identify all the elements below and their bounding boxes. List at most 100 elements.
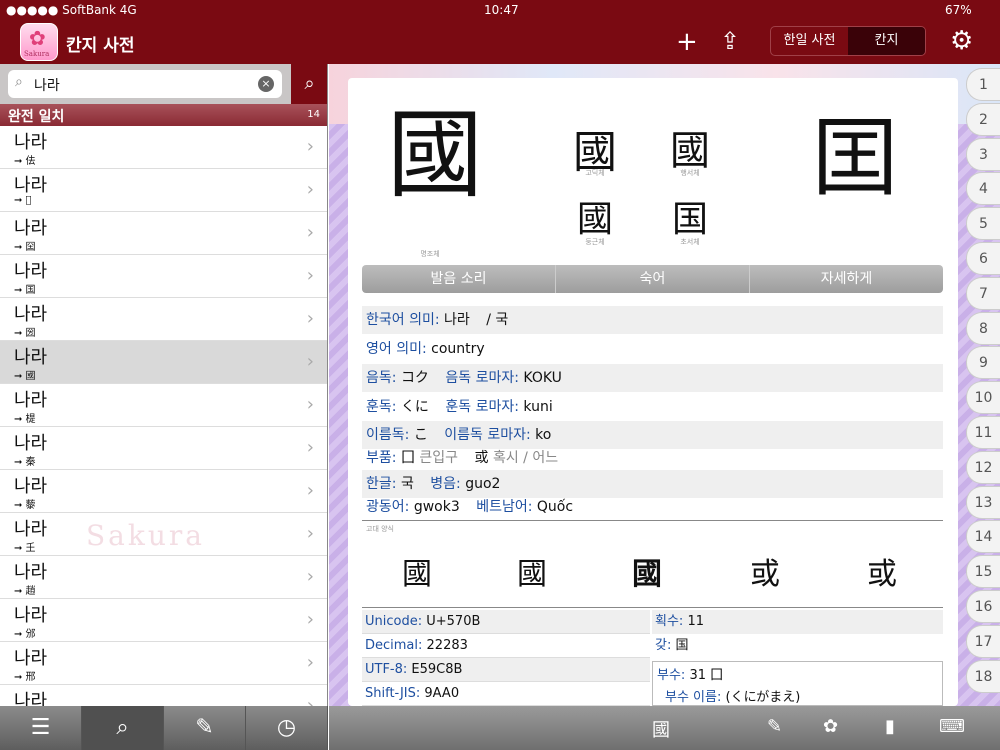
radical-box: 부수: 31 囗 부수 이름: (くにがまえ) bbox=[652, 661, 943, 706]
section-title: 완전 일치 bbox=[8, 109, 65, 125]
kanji-running-caption: 행서체 bbox=[680, 169, 700, 177]
page-tab[interactable]: 11 bbox=[966, 415, 1000, 449]
search-icon: ⌕ bbox=[15, 74, 23, 90]
list-item[interactable]: 나라 ➞ 国 › bbox=[0, 255, 327, 298]
chevron-right-icon: › bbox=[306, 566, 314, 587]
search-button[interactable]: ⌕ bbox=[291, 64, 327, 104]
ancient-forms: 고대 양식 國 國 國 或 或 bbox=[362, 520, 943, 608]
ancient-glyph: 或 bbox=[750, 557, 780, 592]
history-icon[interactable]: ◷ bbox=[246, 706, 328, 750]
list-item[interactable]: 나라 ➞ 邢 › bbox=[0, 642, 327, 685]
page-tab[interactable]: 16 bbox=[966, 589, 1000, 623]
decimal-row: Decimal: 22283 bbox=[362, 634, 650, 658]
share-icon[interactable]: ⇪ bbox=[720, 28, 740, 54]
component-other[interactable]: 或 bbox=[474, 450, 488, 466]
segment-korean-japanese[interactable]: 한일 사전 bbox=[771, 27, 848, 55]
list-icon[interactable]: ☰ bbox=[0, 706, 82, 750]
ancient-glyph: 國 bbox=[402, 557, 432, 592]
chevron-right-icon: › bbox=[306, 695, 314, 706]
page-tab[interactable]: 18 bbox=[966, 659, 1000, 693]
kunyomi-row: 훈독: くに 훈독 로마자: kuni bbox=[366, 399, 553, 415]
list-item-selected[interactable]: 나라 ➞ 國 › bbox=[0, 341, 327, 384]
page-tab[interactable]: 8 bbox=[966, 311, 1000, 345]
list-item[interactable]: 나라 ➞ 趙 › bbox=[0, 556, 327, 599]
page-tab[interactable]: 6 bbox=[966, 241, 1000, 275]
tab-details[interactable]: 자세하게 bbox=[750, 265, 943, 293]
page-tab[interactable]: 13 bbox=[966, 485, 1000, 519]
page-tab[interactable]: 9 bbox=[966, 346, 1000, 380]
list-item[interactable]: 나라 ➞ 𪯎 › bbox=[0, 169, 327, 212]
segment-kanji[interactable]: 칸지 bbox=[848, 27, 925, 55]
kanji-tab-icon[interactable]: 國 bbox=[652, 716, 670, 742]
add-icon[interactable]: + bbox=[676, 29, 698, 55]
chevron-right-icon: › bbox=[306, 652, 314, 673]
page-tab[interactable]: 2 bbox=[966, 102, 1000, 136]
chevron-right-icon: › bbox=[306, 136, 314, 157]
clear-icon[interactable]: × bbox=[258, 76, 274, 92]
chevron-right-icon: › bbox=[306, 179, 314, 200]
ancient-glyph: 國 bbox=[517, 557, 547, 592]
settings-icon[interactable]: ⚙ bbox=[950, 28, 973, 54]
list-item[interactable]: 나라 ➞ 圀 › bbox=[0, 298, 327, 341]
list-item[interactable]: 나라 ➞ 藜 › bbox=[0, 470, 327, 513]
onyomi-row: 음독: コク 음독 로마자: KOKU bbox=[362, 364, 943, 392]
page-tab[interactable]: 14 bbox=[966, 520, 1000, 554]
search-input[interactable]: ⌕ 나라 × bbox=[8, 70, 282, 98]
kanji-cursive-caption: 초서체 bbox=[680, 238, 700, 246]
strokes-row: 획수: 11 bbox=[652, 610, 943, 634]
list-item[interactable]: 나라 ➞ 囶 › bbox=[0, 212, 327, 255]
mode-segment: 한일 사전 칸지 bbox=[770, 26, 926, 56]
kanji-round-caption: 둥근체 bbox=[585, 238, 605, 246]
app-icon: ✿ Sakura bbox=[20, 23, 58, 61]
chevron-right-icon: › bbox=[306, 351, 314, 372]
list-item[interactable]: 나라 ➞ 㮛 › bbox=[0, 384, 327, 427]
page-tab[interactable]: 1 bbox=[966, 68, 1000, 101]
simplified-row: 갖: 国 bbox=[655, 638, 689, 653]
flower-icon: ✿ bbox=[29, 26, 46, 50]
bookmark-icon[interactable]: ▮ bbox=[885, 716, 895, 737]
page-tab[interactable]: 10 bbox=[966, 381, 1000, 415]
right-toolbar: 國 ✎ ✿ ▮ ⌨ bbox=[329, 706, 1000, 750]
status-bar: ●●●●● SoftBank 4G 10:47 67% bbox=[0, 0, 1000, 20]
cantonese-vietnamese-row: 광동어: gwok3 베트남어: Quốc bbox=[366, 499, 574, 515]
ancient-glyph: 或 bbox=[867, 557, 897, 592]
page-index: 1 2 3 4 5 6 7 8 9 10 11 12 13 14 15 16 1… bbox=[966, 68, 1000, 694]
page-tab[interactable]: 3 bbox=[966, 137, 1000, 171]
page-tab[interactable]: 5 bbox=[966, 207, 1000, 241]
ancient-glyph: 國 bbox=[632, 557, 662, 592]
chevron-right-icon: › bbox=[306, 394, 314, 415]
list-item[interactable]: 나라 ➞ 秦 › bbox=[0, 427, 327, 470]
keyboard-icon[interactable]: ⌨ bbox=[939, 716, 965, 737]
list-item[interactable]: 나라 › bbox=[0, 685, 327, 706]
page-tab[interactable]: 17 bbox=[966, 624, 1000, 658]
tab-idioms[interactable]: 숙어 bbox=[556, 265, 750, 293]
chevron-right-icon: › bbox=[306, 265, 314, 286]
app-title: 칸지 사전 bbox=[66, 36, 135, 56]
nav-bar: ✿ Sakura 칸지 사전 + ⇪ 한일 사전 칸지 ⚙ bbox=[0, 20, 1000, 64]
english-meaning-row: 영어 의미: country bbox=[366, 341, 485, 357]
kanji-gothic-caption: 고딕체 bbox=[585, 169, 605, 177]
kanji-main-caption: 명조체 bbox=[420, 250, 440, 258]
result-list: 나라 ➞ 佉 › 나라 ➞ 𪯎 › 나라 ➞ 囶 › 나라 ➞ 国 › 나라 ➞ 圀 › 나라 ➞ 國… bbox=[0, 126, 327, 706]
clock: 10:47 bbox=[484, 3, 519, 17]
results-pane: ⌕ 나라 × ⌕ 완전 일치 14 나라 ➞ 佉 › 나라 ➞ 𪯎 › 나라 ➞ 囶 › 나… bbox=[0, 64, 328, 706]
kanji-cursive-glyph: 国 bbox=[671, 199, 708, 240]
section-header: 완전 일치 14 bbox=[0, 104, 327, 126]
list-item[interactable]: 나라 ➞ 邠 › bbox=[0, 599, 327, 642]
search-tab-icon[interactable]: ⌕ bbox=[82, 706, 164, 750]
radical-name: 부수 이름: (くにがまえ) bbox=[665, 690, 801, 705]
page-tab[interactable]: 15 bbox=[966, 555, 1000, 589]
tab-pronunciation[interactable]: 발음 소리 bbox=[362, 265, 556, 293]
list-item[interactable]: 나라 ➞ 佉 › bbox=[0, 126, 327, 169]
chevron-right-icon: › bbox=[306, 222, 314, 243]
handwriting-icon[interactable]: ✎ bbox=[164, 706, 246, 750]
app-icon-text: Sakura bbox=[24, 50, 50, 58]
left-toolbar: ☰ ⌕ ✎ ◷ bbox=[0, 706, 328, 750]
page-tab[interactable]: 4 bbox=[966, 172, 1000, 206]
page-tab[interactable]: 12 bbox=[966, 450, 1000, 484]
component-radical[interactable]: 囗 bbox=[401, 450, 415, 466]
sakura-icon[interactable]: ✿ bbox=[823, 716, 838, 737]
pencil-icon[interactable]: ✎ bbox=[767, 716, 782, 737]
page-tab[interactable]: 7 bbox=[966, 276, 1000, 310]
section-count: 14 bbox=[307, 109, 320, 120]
